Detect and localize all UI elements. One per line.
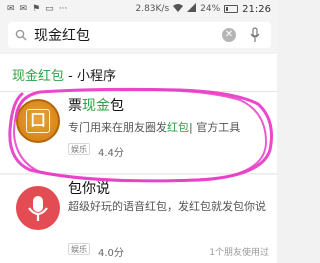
status-right: 2.83K/s 24% 21:26 <box>135 3 271 15</box>
search-icon <box>15 29 27 41</box>
clear-icon[interactable]: ✕ <box>222 28 236 42</box>
battery-percent: 24% <box>200 4 221 14</box>
mic-glyph <box>28 196 48 221</box>
search-input[interactable] <box>34 26 214 44</box>
desc-suffix: | 官方工具 <box>189 121 241 134</box>
desc-prefix: 专门用来在朋友圈发 <box>68 121 167 134</box>
signal-icon <box>187 3 197 15</box>
section-title-highlight: 现金红包 <box>12 69 65 84</box>
battery-icon <box>224 5 239 13</box>
wifi-icon <box>173 3 184 15</box>
flag-icon: ⚑ <box>32 4 41 14</box>
result-item[interactable]: 包你说 超级好玩的语音红包，发红包就发包你说 娱乐 4.0分 1个朋友使用过 <box>0 175 277 263</box>
mail-icon: ✉ <box>19 4 28 14</box>
section-title-rest: - 小程序 <box>64 69 116 84</box>
search-box[interactable]: ✕ <box>8 22 271 48</box>
category-tag: 娱乐 <box>68 243 90 255</box>
card-icon: ▭ <box>45 4 54 14</box>
message-icon: ✉ <box>7 4 15 14</box>
desc-highlight: 红包 <box>167 121 189 134</box>
result-item[interactable]: 囗 票现金包 专门用来在朋友圈发红包| 官方工具 娱乐 4.4分 <box>0 92 277 174</box>
status-left-icons: ✉ ✉ ⚑ ▭ ··· <box>7 4 67 14</box>
app-name-prefix: 票 <box>68 98 82 114</box>
more-notifications-icon: ··· <box>58 4 68 14</box>
app-name: 票现金包 <box>68 95 124 115</box>
network-speed: 2.83K/s <box>135 4 170 14</box>
section-title: 现金红包 - 小程序 <box>12 65 116 84</box>
app-description: 超级好玩的语音红包，发红包就发包你说 <box>68 200 266 213</box>
app-icon-glyph: 囗 <box>26 109 50 133</box>
rating: 4.4分 <box>98 148 124 159</box>
microphone-icon[interactable] <box>250 27 260 43</box>
rating: 4.0分 <box>98 248 124 259</box>
app-description: 专门用来在朋友圈发红包| 官方工具 <box>68 119 277 135</box>
friends-used-count: 1个朋友使用过 <box>209 248 269 258</box>
search-bar: ✕ <box>0 18 277 52</box>
app-name-highlight: 现金 <box>82 98 110 114</box>
section-header: 现金红包 - 小程序 <box>0 54 277 92</box>
app-name-suffix: 包 <box>110 98 124 114</box>
app-name: 包你说 <box>68 181 110 197</box>
money-bag-app-icon: 囗 <box>16 99 60 143</box>
status-bar: ✉ ✉ ⚑ ▭ ··· 2.83K/s 24% 21:26 <box>0 0 277 18</box>
clock: 21:26 <box>242 3 271 15</box>
category-tag: 娱乐 <box>68 143 90 155</box>
microphone-app-icon <box>16 186 60 230</box>
